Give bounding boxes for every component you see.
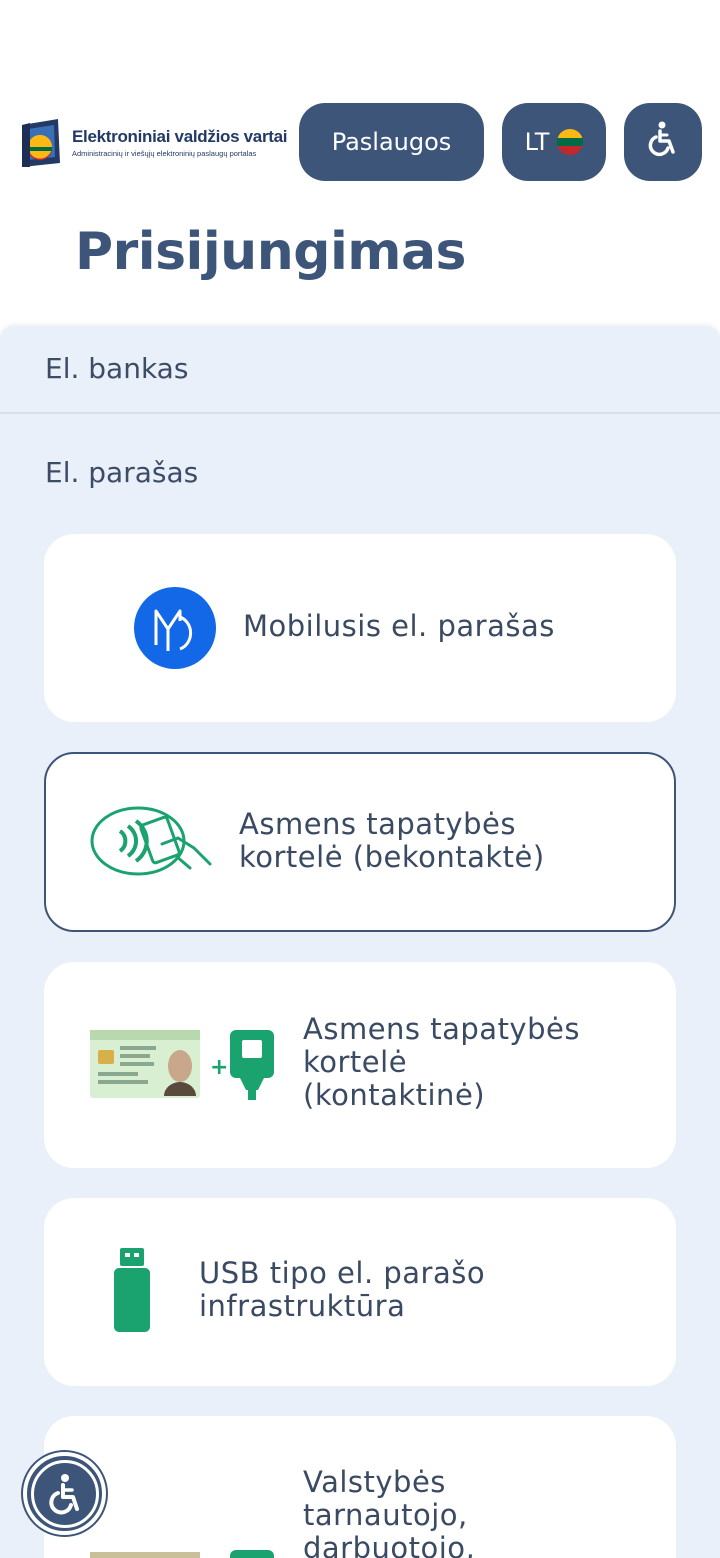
lithuania-flag-icon [557, 129, 584, 155]
floating-accessibility-button[interactable] [23, 1452, 106, 1535]
signature-section-label: El. parašas [45, 456, 199, 489]
id-card-reader-icon: + [90, 1028, 276, 1100]
bank-section[interactable]: El. bankas [0, 326, 720, 414]
contact-card-option[interactable]: + Asmens tapatybės kortelė (kontaktinė) [44, 962, 676, 1168]
language-button[interactable]: LT [502, 103, 606, 181]
services-button[interactable]: Paslaugos [299, 103, 484, 181]
civil-servant-card-icon [90, 1548, 276, 1558]
header: Elektroniniai valdžios vartai Administra… [0, 103, 720, 181]
contactless-card-icon [90, 804, 214, 878]
usb-token-icon [114, 1248, 150, 1332]
bank-section-label: El. bankas [45, 352, 189, 385]
contact-card-label: Asmens tapatybės kortelė (kontaktinė) [303, 1012, 580, 1112]
civil-servant-card-option[interactable]: Valstybės tarnautojo, darbuotojo, [44, 1416, 676, 1558]
page-title: Prisijungimas [75, 222, 467, 282]
usb-token-label: USB tipo el. parašo infrastruktūra [199, 1256, 486, 1323]
mobile-signature-icon [134, 587, 216, 669]
mobile-signature-option[interactable]: Mobilusis el. parašas [44, 534, 676, 722]
civil-servant-card-label: Valstybės tarnautojo, darbuotojo, [303, 1465, 476, 1558]
usb-token-option[interactable]: USB tipo el. parašo infrastruktūra [44, 1198, 676, 1386]
accessibility-icon [30, 1459, 99, 1528]
language-label: LT [524, 128, 550, 156]
login-methods-panel: El. bankas El. parašas Mobilusis el. par… [0, 326, 720, 1558]
logo-emblem-icon [18, 117, 64, 169]
svg-text:+: + [210, 1055, 228, 1080]
logo-subtitle: Administracinių ir viešųjų elektroninių … [72, 149, 257, 159]
accessibility-button[interactable] [624, 103, 702, 181]
mobile-signature-label: Mobilusis el. parašas [243, 609, 555, 643]
services-button-label: Paslaugos [331, 128, 452, 156]
contactless-card-option[interactable]: Asmens tapatybės kortelė (bekontaktė) [44, 752, 676, 932]
logo-title: Elektroniniai valdžios vartai [72, 126, 288, 146]
wheelchair-icon [648, 121, 678, 163]
site-logo[interactable]: Elektroniniai valdžios vartai Administra… [18, 115, 288, 171]
contactless-card-label: Asmens tapatybės kortelė (bekontaktė) [239, 807, 545, 874]
